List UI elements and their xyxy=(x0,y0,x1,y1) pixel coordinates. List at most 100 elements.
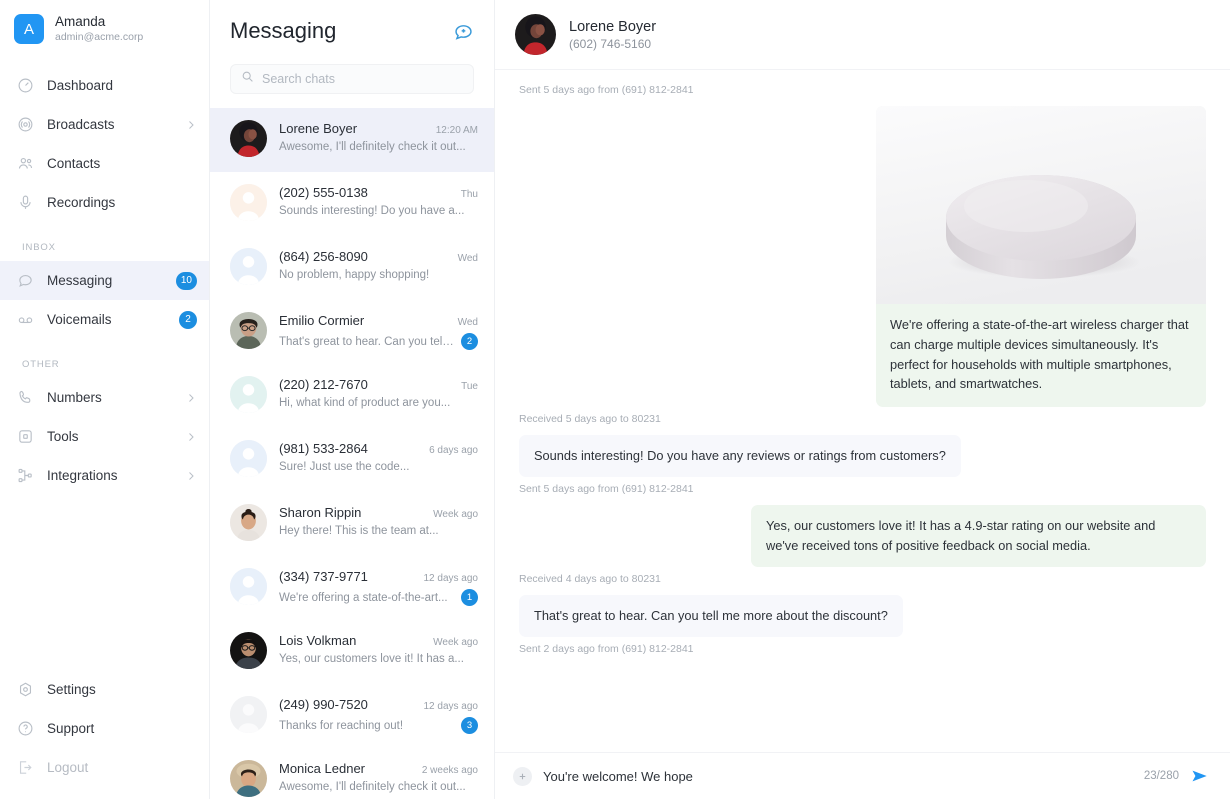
timestamp: 2 weeks ago xyxy=(421,765,478,776)
user-profile[interactable]: A Amanda admin@acme.corp xyxy=(0,0,209,58)
message-bubble[interactable]: Sounds interesting! Do you have any revi… xyxy=(519,435,961,478)
list-item[interactable]: Sharon Rippin Week ago Hey there! This i… xyxy=(210,492,494,556)
list-item[interactable]: (220) 212-7670 Tue Hi, what kind of prod… xyxy=(210,364,494,428)
phone-icon xyxy=(16,388,35,407)
sidebar-item-label: Dashboard xyxy=(47,78,114,93)
message-meta: Sent 2 days ago from (691) 812-2841 xyxy=(519,642,694,655)
sidebar-item-recordings[interactable]: Recordings xyxy=(0,183,209,222)
list-item[interactable]: (981) 533-2864 6 days ago Sure! Just use… xyxy=(210,428,494,492)
user-email: admin@acme.corp xyxy=(55,31,144,44)
help-circle-icon xyxy=(16,719,35,738)
avatar xyxy=(230,248,267,285)
message-group-outgoing: We're offering a state-of-the-art wirele… xyxy=(519,106,1206,425)
avatar xyxy=(230,696,267,733)
search-input[interactable] xyxy=(262,72,463,86)
contact-name: (981) 533-2864 xyxy=(279,441,368,456)
timestamp: Thu xyxy=(460,189,478,200)
user-name: Amanda xyxy=(55,14,106,30)
chat-list-scroll[interactable]: Lorene Boyer 12:20 AM Awesome, I'll defi… xyxy=(210,108,494,799)
sidebar-item-logout[interactable]: Logout xyxy=(0,748,209,787)
list-item[interactable]: (249) 990-7520 12 days ago Thanks for re… xyxy=(210,684,494,748)
sidebar-item-integrations[interactable]: Integrations xyxy=(0,456,209,495)
avatar xyxy=(230,184,267,221)
avatar: A xyxy=(14,14,44,44)
message-preview: We're offering a state-of-the-art... xyxy=(279,591,448,604)
contact-name: Emilio Cormier xyxy=(279,313,365,328)
broadcast-icon xyxy=(16,115,35,134)
wireless-charger-photo[interactable] xyxy=(876,106,1206,304)
sidebar-item-tools[interactable]: Tools xyxy=(0,417,209,456)
timestamp: Wed xyxy=(457,253,478,264)
message-thread[interactable]: Sent 5 days ago from (691) 812-2841 We'r… xyxy=(495,70,1230,752)
contact-name: Monica Ledner xyxy=(279,761,365,776)
list-item[interactable]: Emilio Cormier Wed That's great to hear.… xyxy=(210,300,494,364)
list-item[interactable]: Lorene Boyer 12:20 AM Awesome, I'll defi… xyxy=(210,108,494,172)
sidebar-item-label: Voicemails xyxy=(47,312,112,327)
page-title: Messaging xyxy=(230,18,337,43)
chevron-right-icon xyxy=(185,470,197,482)
sidebar-item-label: Logout xyxy=(47,760,89,775)
unread-badge: 2 xyxy=(461,333,478,350)
message-preview: Yes, our customers love it! It has a... xyxy=(279,653,464,665)
sidebar-item-messaging[interactable]: Messaging 10 xyxy=(0,261,209,300)
plus-circle-icon[interactable] xyxy=(513,766,532,786)
sidebar-item-label: Contacts xyxy=(47,156,101,171)
sidebar-item-label: Settings xyxy=(47,682,96,697)
avatar xyxy=(230,376,267,413)
avatar xyxy=(230,760,267,797)
search-area xyxy=(210,52,494,108)
sidebar-item-support[interactable]: Support xyxy=(0,709,209,748)
message-preview: That's great to hear. Can you tell m... xyxy=(279,335,455,348)
search-box[interactable] xyxy=(230,64,474,94)
message-bubble[interactable]: Yes, our customers love it! It has a 4.9… xyxy=(751,505,1206,567)
message-preview: Hey there! This is the team at... xyxy=(279,525,439,537)
inbox-section-label: INBOX xyxy=(22,242,56,253)
message-preview: Hi, what kind of product are you... xyxy=(279,397,451,409)
thread-top-meta: Sent 5 days ago from (691) 812-2841 xyxy=(519,84,694,96)
sidebar-item-numbers[interactable]: Numbers xyxy=(0,378,209,417)
sidebar-item-voicemails[interactable]: Voicemails 2 xyxy=(0,300,209,339)
contacts-icon xyxy=(16,154,35,173)
chevron-right-icon xyxy=(185,119,197,131)
list-item[interactable]: (864) 256-8090 Wed No problem, happy sho… xyxy=(210,236,494,300)
message-group-outgoing: Yes, our customers love it! It has a 4.9… xyxy=(519,505,1206,585)
sidebar-item-dashboard[interactable]: Dashboard xyxy=(0,66,209,105)
sidebar-item-label: Recordings xyxy=(47,195,116,210)
message-preview: Sure! Just use the code... xyxy=(279,461,410,473)
sidebar-item-label: Integrations xyxy=(47,468,118,483)
timestamp: 12:20 AM xyxy=(435,125,478,136)
avatar xyxy=(230,504,267,541)
contact-name: (220) 212-7670 xyxy=(279,377,368,392)
dashboard-icon xyxy=(16,76,35,95)
list-item[interactable]: Monica Ledner 2 weeks ago Awesome, I'll … xyxy=(210,748,494,799)
sidebar-item-label: Tools xyxy=(47,429,79,444)
message-input[interactable] xyxy=(543,768,1133,784)
message-meta: Received 4 days ago to 80231 xyxy=(519,572,661,585)
list-item[interactable]: (334) 737-9771 12 days ago We're offerin… xyxy=(210,556,494,620)
message-bubble[interactable]: We're offering a state-of-the-art wirele… xyxy=(876,106,1206,408)
avatar xyxy=(230,440,267,477)
avatar xyxy=(230,120,267,157)
message-group-incoming: That's great to hear. Can you tell me mo… xyxy=(519,594,1206,655)
new-message-icon[interactable] xyxy=(453,21,474,42)
sidebar-item-settings[interactable]: Settings xyxy=(0,670,209,709)
unread-badge: 1 xyxy=(461,589,478,606)
sidebar-item-contacts[interactable]: Contacts xyxy=(0,144,209,183)
integrations-icon xyxy=(16,466,35,485)
sidebar-item-broadcasts[interactable]: Broadcasts xyxy=(0,105,209,144)
message-bubble[interactable]: That's great to hear. Can you tell me mo… xyxy=(519,594,903,637)
message-text: We're offering a state-of-the-art wirele… xyxy=(890,317,1189,392)
timestamp: Week ago xyxy=(433,509,478,520)
timestamp: Week ago xyxy=(433,637,478,648)
list-item[interactable]: (202) 555-0138 Thu Sounds interesting! D… xyxy=(210,172,494,236)
message-composer: 23/280 xyxy=(495,752,1230,799)
message-preview: Awesome, I'll definitely check it out... xyxy=(279,141,466,153)
message-meta: Sent 5 days ago from (691) 812-2841 xyxy=(519,483,694,496)
message-group-incoming: Sounds interesting! Do you have any revi… xyxy=(519,435,1206,495)
send-icon[interactable] xyxy=(1190,766,1210,786)
microphone-icon xyxy=(16,193,35,212)
contact-phone: (602) 746-5160 xyxy=(569,36,652,51)
other-nav: OTHER Numbers Tools Integrations xyxy=(0,347,209,495)
list-item[interactable]: Lois Volkman Week ago Yes, our customers… xyxy=(210,620,494,684)
